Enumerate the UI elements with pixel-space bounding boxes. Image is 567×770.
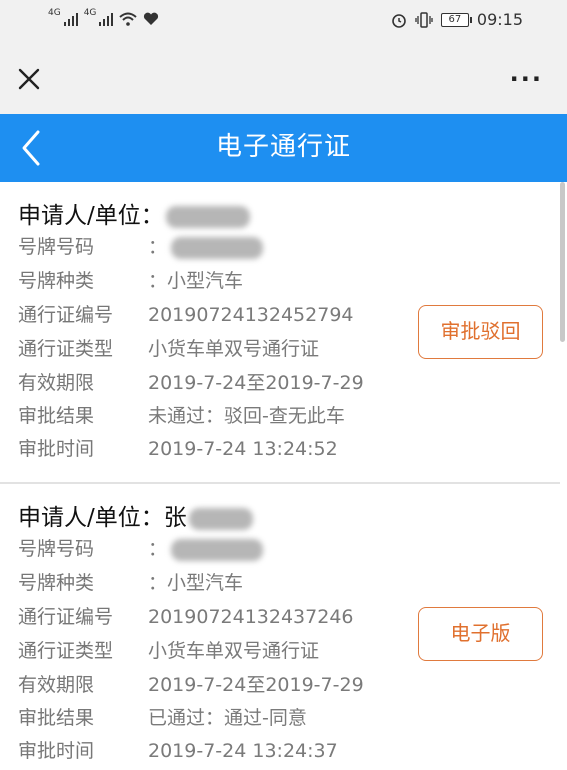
app-header: 电子通行证 [0, 114, 567, 182]
permit-card: 申请人/单位： 号牌号码： 号牌种类 ：小型汽车 通行证编号 20190724132… [0, 182, 560, 484]
field-key: 有效期限 [18, 674, 95, 696]
field-value: 小货车单双号通行证 [148, 338, 320, 360]
field-row: 通行证类型 小货车单双号通行证 [18, 336, 319, 362]
signal-icon: 4G [48, 9, 78, 26]
browser-toolbar: ··· [0, 44, 567, 114]
status-time: 09:15 [476, 10, 523, 29]
wifi-icon [119, 12, 138, 26]
battery-level: 67 [448, 13, 462, 25]
field-key: 通行证类型 [18, 640, 114, 662]
network-type-1: 4G [48, 8, 61, 18]
applicant-label: 申请人/单位： [18, 203, 164, 229]
close-icon[interactable] [14, 64, 44, 94]
field-value: 2019-7-24至2019-7-29 [148, 372, 364, 394]
field-value: 2019-7-24至2019-7-29 [148, 674, 364, 696]
field-value: 20190724132452794 [148, 304, 354, 326]
field-value: 2019-7-24 13:24:37 [148, 740, 338, 762]
field-value: 已通过：通过-同意 [148, 707, 307, 729]
alarm-icon [392, 13, 406, 28]
status-left-icons: 4G 4G [48, 9, 159, 26]
more-options-button[interactable]: ··· [510, 67, 543, 91]
status-bar: 4G 4G 67 09:15 [0, 0, 567, 44]
field-row: 号牌号码： [18, 234, 264, 260]
field-row: 审批时间 2019-7-24 13:24:37 [18, 738, 338, 764]
applicant-line: 申请人/单位：张 [18, 502, 253, 534]
field-key: 通行证类型 [18, 338, 114, 360]
field-key: 通行证编号 [18, 304, 114, 326]
field-row: 审批结果 已通过：通过-同意 [18, 705, 307, 731]
applicant-label: 申请人/单位： [18, 505, 164, 531]
signal-icon: 4G [84, 9, 114, 26]
field-value: 小型汽车 [167, 270, 244, 292]
field-key: 通行证编号 [18, 606, 114, 628]
redacted-block [171, 236, 264, 259]
field-row: 通行证编号 20190724132452794 [18, 302, 354, 328]
permit-list[interactable]: 申请人/单位： 号牌号码： 号牌种类 ：小型汽车 通行证编号 20190724132… [0, 182, 567, 770]
redacted-block [188, 507, 253, 530]
vibrate-icon [415, 11, 433, 28]
permit-card: 申请人/单位：张 号牌号码： 号牌种类 ：小型汽车 通行证编号 2019072413… [0, 484, 560, 770]
field-row: 号牌种类 ：小型汽车 [18, 270, 244, 292]
network-type-2: 4G [83, 8, 97, 18]
field-key: 有效期限 [18, 372, 95, 394]
field-row: 号牌种类 ：小型汽车 [18, 572, 244, 594]
field-key: 审批时间 [18, 438, 95, 460]
field-row: 号牌号码： [18, 536, 264, 562]
field-row: 通行证类型 小货车单双号通行证 [18, 638, 319, 664]
heart-icon [144, 12, 159, 25]
redacted-block [165, 205, 250, 228]
scrollbar[interactable] [560, 182, 565, 342]
field-key: 审批时间 [18, 740, 95, 762]
field-value: 20190724132437246 [148, 606, 354, 628]
field-key: 审批结果 [18, 707, 95, 729]
field-row: 审批时间 2019-7-24 13:24:52 [18, 436, 338, 462]
field-value: 2019-7-24 13:24:52 [148, 438, 338, 460]
field-row: 审批结果 未通过：驳回-查无此车 [18, 403, 345, 429]
field-key: 号牌种类 [18, 572, 95, 594]
field-row: 通行证编号 20190724132437246 [18, 604, 354, 630]
field-row: 有效期限 2019-7-24至2019-7-29 [18, 672, 364, 698]
electronic-version-button[interactable]: 电子版 [418, 607, 543, 661]
field-row: 有效期限 2019-7-24至2019-7-29 [18, 370, 364, 396]
field-key: 号牌号码 [18, 538, 95, 560]
field-value: 未通过：驳回-查无此车 [148, 405, 345, 427]
field-key: 号牌号码 [18, 236, 95, 258]
applicant-line: 申请人/单位： [18, 200, 250, 232]
field-key: 号牌种类 [18, 270, 95, 292]
battery-icon: 67 [440, 12, 472, 27]
field-value: 小型汽车 [167, 572, 244, 594]
field-key: 审批结果 [18, 405, 95, 427]
page-title: 电子通行证 [215, 132, 351, 162]
field-value: 小货车单双号通行证 [148, 640, 320, 662]
applicant-value: 张 [163, 505, 187, 531]
redacted-block [171, 538, 264, 561]
rejected-action-button[interactable]: 审批驳回 [418, 305, 543, 359]
status-right-icons: 67 09:15 [391, 10, 523, 29]
